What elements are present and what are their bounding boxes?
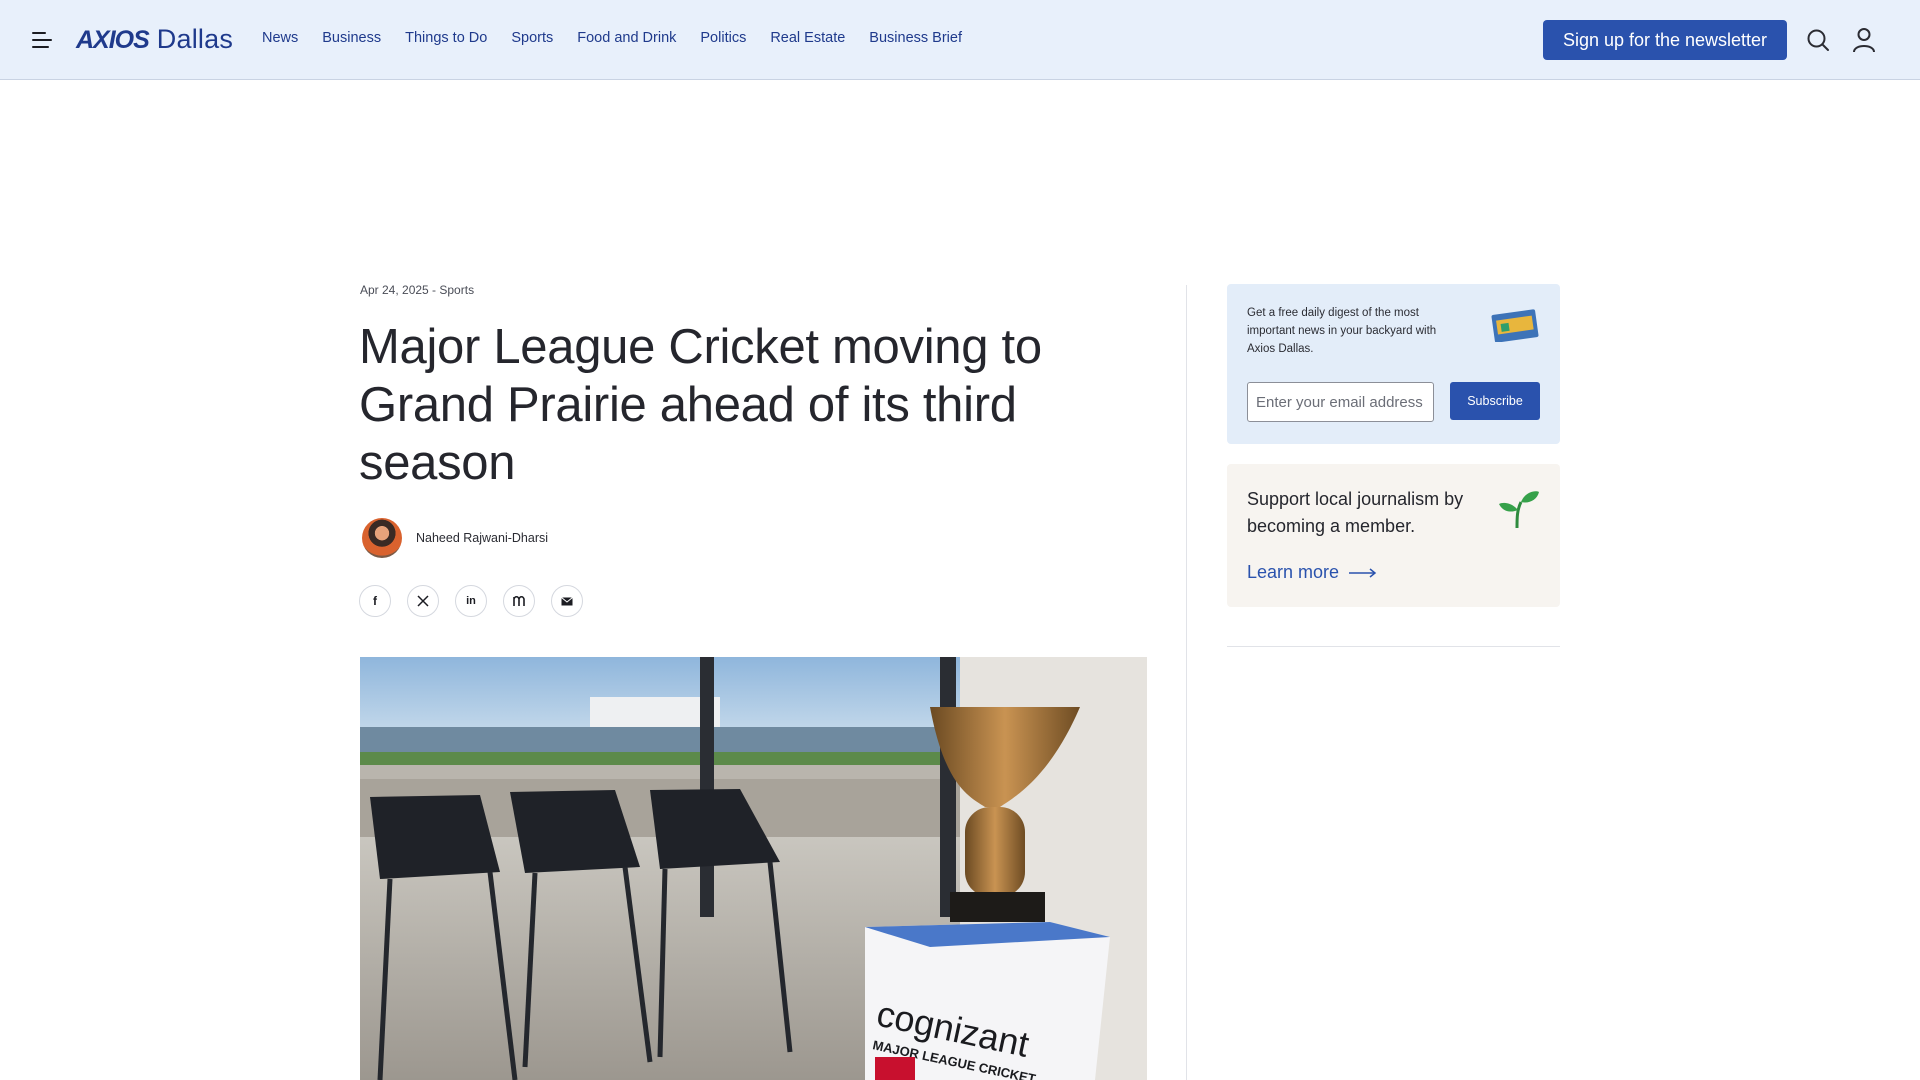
nav-things-to-do[interactable]: Things to Do [405,30,487,46]
membership-text: Support local journalism by becoming a m… [1247,489,1464,536]
author-byline[interactable]: Naheed Rajwani-Dharsi [362,518,548,558]
x-icon[interactable] [407,585,439,617]
linkedin-icon[interactable]: in [455,585,487,617]
sidebar-divider [1227,646,1560,647]
site-logo[interactable]: AXIOS Dallas [76,24,233,55]
logo-city: Dallas [156,24,234,54]
learn-more-link[interactable]: Learn more [1247,562,1377,583]
user-icon[interactable] [1852,27,1876,53]
column-divider [1186,285,1187,1080]
newsletter-signup-box: Get a free daily digest of the most impo… [1227,284,1560,444]
logo-brand: AXIOS [76,26,150,54]
article-meta: Apr 24, 2025 - Sports [360,283,475,297]
nav-real-estate[interactable]: Real Estate [770,30,845,46]
learn-more-label: Learn more [1247,562,1340,582]
membership-box: Support local journalism by becoming a m… [1227,464,1560,607]
nav-business[interactable]: Business [322,30,381,46]
search-icon[interactable] [1806,28,1830,52]
nav-news[interactable]: News [262,30,298,46]
newsletter-description: Get a free daily digest of the most impo… [1247,307,1437,355]
nav-sports[interactable]: Sports [511,30,553,46]
subscribe-button[interactable]: Subscribe [1450,382,1540,420]
menu-icon[interactable] [32,30,54,50]
newsletter-signup-button[interactable]: Sign up for the newsletter [1543,20,1787,60]
facebook-icon[interactable]: f [359,585,391,617]
email-field[interactable] [1247,382,1434,422]
share-bar: f in [359,585,583,617]
nav-politics[interactable]: Politics [700,30,746,46]
nav-food-and-drink[interactable]: Food and Drink [577,30,676,46]
email-icon[interactable] [551,585,583,617]
nav-business-brief[interactable]: Business Brief [869,30,962,46]
threads-icon[interactable] [503,585,535,617]
avatar [362,518,402,558]
postcard-icon [1491,309,1539,342]
main-nav: News Business Things to Do Sports Food a… [262,30,986,46]
article-headline: Major League Cricket moving to Grand Pra… [359,320,1042,490]
arrow-right-icon [1349,567,1377,578]
hero-image: cognizant MAJOR LEAGUE CRICKET [360,657,1147,1080]
author-name[interactable]: Naheed Rajwani-Dharsi [416,531,548,545]
site-header: AXIOS Dallas News Business Things to Do … [0,0,1920,80]
sprout-icon [1499,491,1539,528]
